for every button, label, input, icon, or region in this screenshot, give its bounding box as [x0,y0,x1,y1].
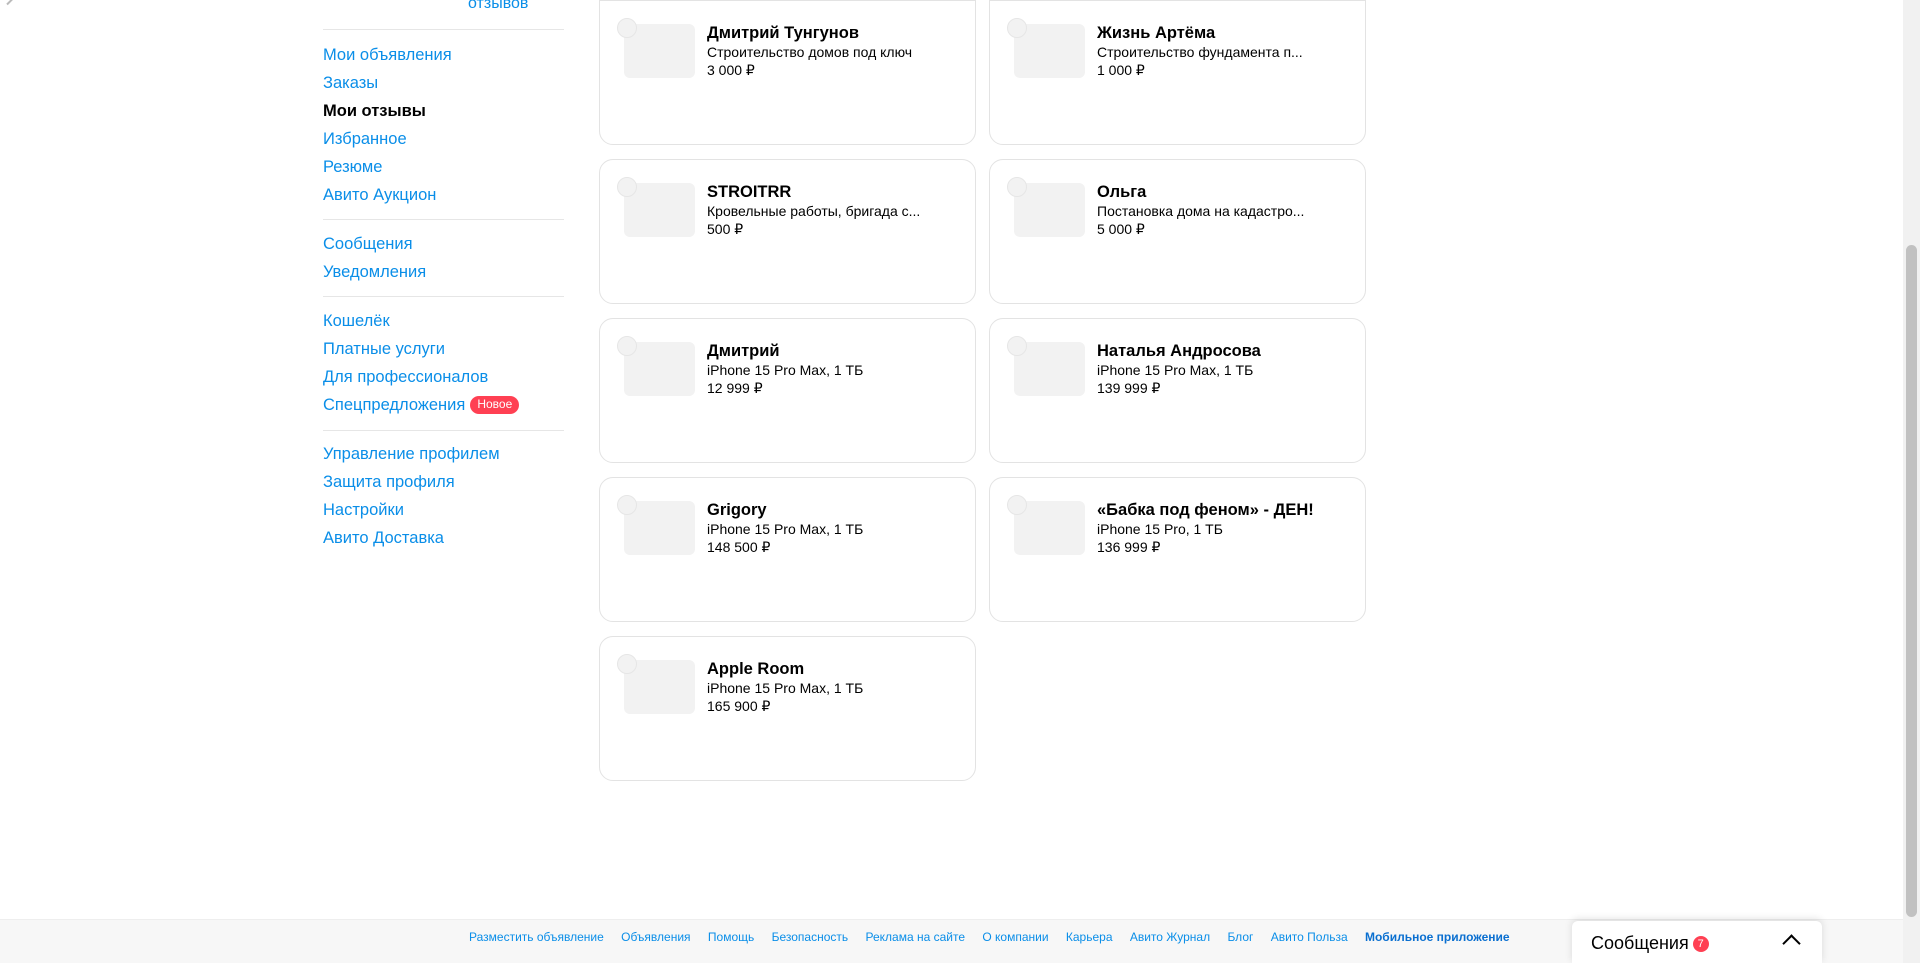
sidebar-item-orders[interactable]: Заказы [323,73,378,93]
sidebar-item-for-pros[interactable]: Для профессионалов [323,367,488,387]
item-title: iPhone 15 Pro Max, 1 ТБ [707,521,864,537]
top-chevron-fragment [0,0,17,6]
footer-link-about[interactable]: О компании [982,930,1048,944]
sidebar-item-auction[interactable]: Авито Аукцион [323,185,436,205]
item-title: iPhone 15 Pro Max, 1 ТБ [707,680,864,696]
footer-link-advertising[interactable]: Реклама на сайте [865,930,965,944]
footer-link-careers[interactable]: Карьера [1066,930,1113,944]
sidebar-divider [323,296,564,297]
item-price: 3 000 ₽ [707,62,755,78]
item-price: 1 000 ₽ [1097,62,1145,78]
footer-link-ads[interactable]: Объявления [621,930,690,944]
seller-name: Наталья Андросова [1097,342,1261,360]
footer-links: Разместить объявление Объявления Помощь … [469,930,1524,944]
sidebar-item-favorites[interactable]: Избранное [323,129,407,149]
review-card[interactable]: Наталья Андросова iPhone 15 Pro Max, 1 Т… [989,318,1366,463]
sidebar-divider [323,430,564,431]
avatar [1007,18,1027,38]
sidebar-divider [323,29,564,30]
avatar [617,336,637,356]
seller-name: «Бабка под феном» - ДЕН! [1097,501,1314,519]
footer-link-post-ad[interactable]: Разместить объявление [469,930,604,944]
messenger-label: Сообщения [1591,933,1689,953]
avatar [1007,495,1027,515]
item-title: iPhone 15 Pro Max, 1 ТБ [1097,362,1254,378]
review-card[interactable]: Жизнь Артёма Строительство фундамента п.… [989,0,1366,145]
seller-name: STROITRR [707,183,792,201]
sidebar-item-my-reviews[interactable]: Мои отзывы [323,101,426,121]
seller-name: Apple Room [707,660,805,678]
reviews-count-link[interactable]: отзывов [468,0,528,13]
sidebar-item-special-offers[interactable]: Спецпредложения Новое [323,395,520,415]
item-price: 136 999 ₽ [1097,539,1161,555]
chevron-up-icon[interactable] [1782,934,1801,953]
item-price: 139 999 ₽ [1097,380,1161,396]
item-price: 165 900 ₽ [707,698,771,714]
unread-count-badge: 7 [1692,936,1709,952]
footer-link-security[interactable]: Безопасность [772,930,849,944]
seller-name: Дмитрий Тунгунов [707,24,859,42]
avatar [617,177,637,197]
item-title: Постановка дома на кадастро... [1097,203,1305,219]
sidebar-item-notifications[interactable]: Уведомления [323,262,426,282]
avatar [1007,177,1027,197]
scrollbar-thumb[interactable] [1906,245,1917,917]
messenger-title: Сообщения 7 [1591,933,1709,954]
sidebar-item-delivery[interactable]: Авито Доставка [323,528,444,548]
item-title: iPhone 15 Pro, 1 ТБ [1097,521,1223,537]
footer-link-mobile-app[interactable]: Мобильное приложение [1365,930,1510,944]
review-card[interactable]: Дмитрий iPhone 15 Pro Max, 1 ТБ 12 999 ₽ [599,318,976,463]
avatar [617,495,637,515]
review-card[interactable]: «Бабка под феном» - ДЕН! iPhone 15 Pro, … [989,477,1366,622]
item-title: iPhone 15 Pro Max, 1 ТБ [707,362,864,378]
messenger-widget[interactable]: Сообщения 7 [1572,921,1822,963]
sidebar-item-profile-manage[interactable]: Управление профилем [323,444,500,464]
avatar [1007,336,1027,356]
footer-link-journal[interactable]: Авито Журнал [1130,930,1210,944]
avatar [617,18,637,38]
seller-name: Дмитрий [707,342,780,360]
sidebar-item-profile-protect[interactable]: Защита профиля [323,472,455,492]
new-badge: Новое [470,396,520,414]
sidebar-item-resume[interactable]: Резюме [323,157,382,177]
footer-link-blog[interactable]: Блог [1227,930,1253,944]
seller-name: Жизнь Артёма [1097,24,1216,42]
review-card[interactable]: STROITRR Кровельные работы, бригада с...… [599,159,976,304]
avatar [617,654,637,674]
item-title: Кровельные работы, бригада с... [707,203,921,219]
seller-name: Grigory [707,501,767,519]
footer-link-help[interactable]: Помощь [708,930,754,944]
sidebar-item-messages[interactable]: Сообщения [323,234,413,254]
footer-link-polza[interactable]: Авито Польза [1271,930,1348,944]
review-card[interactable]: Ольга Постановка дома на кадастро... 5 0… [989,159,1366,304]
sidebar-item-my-ads[interactable]: Мои объявления [323,45,452,65]
seller-name: Ольга [1097,183,1147,201]
sidebar-item-paid-services[interactable]: Платные услуги [323,339,445,359]
item-price: 148 500 ₽ [707,539,771,555]
item-price: 12 999 ₽ [707,380,763,396]
item-price: 500 ₽ [707,221,744,237]
review-card[interactable]: Grigory iPhone 15 Pro Max, 1 ТБ 148 500 … [599,477,976,622]
sidebar-item-label: Спецпредложения [323,396,466,414]
item-title: Строительство домов под ключ [707,44,913,60]
item-price: 5 000 ₽ [1097,221,1145,237]
review-card[interactable]: Дмитрий Тунгунов Строительство домов под… [599,0,976,145]
review-card[interactable]: Apple Room iPhone 15 Pro Max, 1 ТБ 165 9… [599,636,976,781]
item-title: Строительство фундамента п... [1097,44,1303,60]
sidebar-item-settings[interactable]: Настройки [323,500,404,520]
sidebar-divider [323,219,564,220]
sidebar-item-wallet[interactable]: Кошелёк [323,311,390,331]
